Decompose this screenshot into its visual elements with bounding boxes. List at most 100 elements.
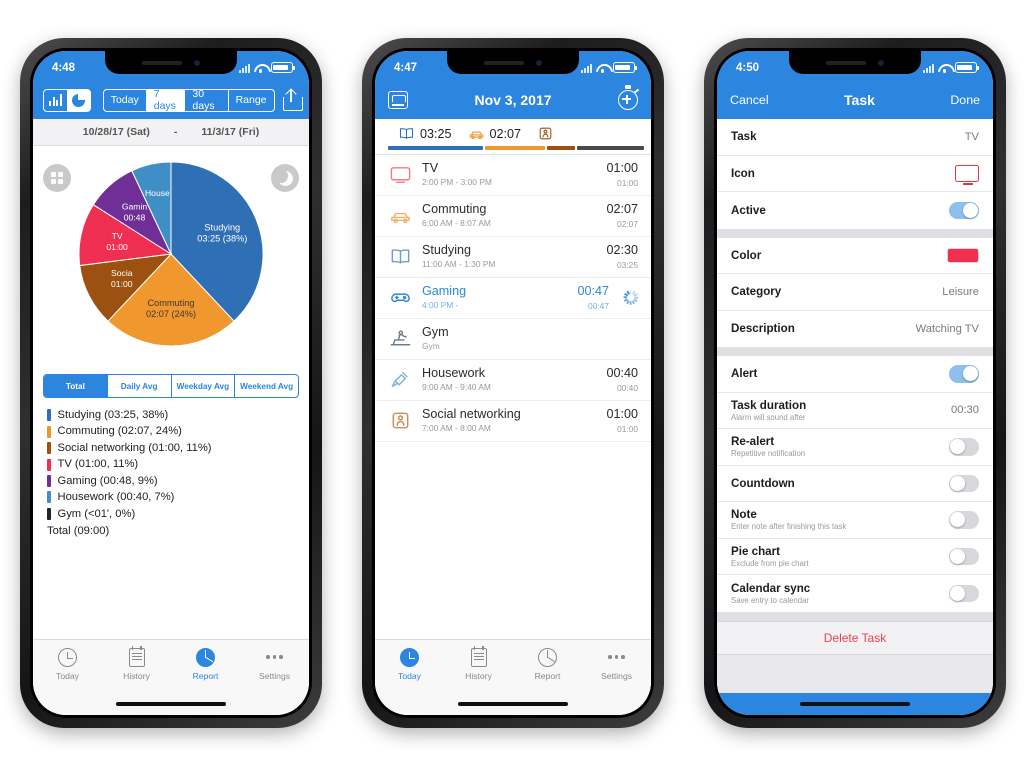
settings-row[interactable]: Note Enter note after finishing this task <box>717 502 993 539</box>
settings-row[interactable]: Alert <box>717 356 993 393</box>
range-today[interactable]: Today <box>104 89 147 111</box>
broom-icon <box>387 368 413 392</box>
task-durations: 02:30 03:25 <box>606 243 638 269</box>
phone-1-bezel: 4:48 Today 7 days 30 days Range 10/28/17… <box>30 48 312 718</box>
task-row[interactable]: Social networking 7:00 AM - 8:00 AM 01:00 0… <box>375 401 651 442</box>
today-nav-bar: Nov 3, 2017 <box>375 81 651 119</box>
chart-type-segmented-control[interactable] <box>43 88 91 112</box>
settings-row-label: Re-alert <box>731 435 775 449</box>
moon-icon[interactable] <box>271 164 299 192</box>
tab-history[interactable]: History <box>102 645 171 681</box>
wifi-icon <box>254 63 267 73</box>
tab-today[interactable]: Today <box>33 646 102 681</box>
avg-weekday[interactable]: Weekday Avg <box>172 375 236 397</box>
settings-row[interactable]: Icon <box>717 155 993 192</box>
task-row[interactable]: Gaming 4:00 PM - 00:47 00:47 <box>375 278 651 319</box>
settings-row-label: Task duration <box>731 398 807 412</box>
toggle-switch[interactable] <box>949 438 979 456</box>
inbox-icon[interactable] <box>388 91 408 109</box>
range-segmented-control[interactable]: Today 7 days 30 days Range <box>102 88 275 112</box>
toggle-switch[interactable] <box>949 201 979 219</box>
svg-text:03:25 (38%): 03:25 (38%) <box>197 234 247 244</box>
color-swatch[interactable] <box>947 247 979 263</box>
done-button[interactable]: Done <box>950 93 980 107</box>
range-7-days[interactable]: 7 days <box>146 89 186 111</box>
task-total: 03:25 <box>617 259 638 270</box>
toggle-switch[interactable] <box>949 365 979 383</box>
grid-icon[interactable] <box>43 164 71 192</box>
settings-row[interactable]: Countdown <box>717 465 993 502</box>
settings-row[interactable]: Calendar sync Save entry to calendar <box>717 575 993 612</box>
settings-row[interactable]: Task duration Alarm will sound after 00:30 <box>717 392 993 429</box>
tab-settings[interactable]: Settings <box>582 646 651 681</box>
pie-chart-icon[interactable] <box>66 89 90 111</box>
tab-history[interactable]: History <box>444 645 513 681</box>
range-30-days[interactable]: 30 days <box>185 89 229 111</box>
legend-label: Gym (<01', 0%) <box>57 507 136 520</box>
settings-row[interactable]: Pie chart Exclude from pie chart <box>717 538 993 575</box>
settings-row-label: Category <box>731 285 782 299</box>
avg-total[interactable]: Total <box>44 375 108 397</box>
task-time-range: 9:00 AM - 9:40 AM <box>422 382 491 393</box>
toggle-switch[interactable] <box>949 474 979 492</box>
date-range-end: 11/3/17 (Fri) <box>201 126 260 138</box>
summary-stacked-bar <box>388 146 644 150</box>
tab-report[interactable]: Report <box>513 646 582 681</box>
page-title: Task <box>844 92 875 108</box>
status-indicators <box>581 62 638 73</box>
average-segmented-control[interactable]: Total Daily Avg Weekday Avg Weekend Avg <box>43 374 299 398</box>
task-name: Social networking <box>422 406 521 421</box>
task-row[interactable]: Commuting 6:00 AM - 8:07 AM 02:07 02:07 <box>375 196 651 237</box>
car-icon <box>387 204 413 228</box>
bar-chart-icon[interactable] <box>44 90 67 111</box>
task-row[interactable]: Studying 11:00 AM - 1:30 PM 02:30 03:25 <box>375 237 651 278</box>
tab-label-today: Today <box>56 671 79 681</box>
svg-text:House: House <box>145 188 170 198</box>
settings-row[interactable]: Task TV <box>717 119 993 156</box>
avg-daily[interactable]: Daily Avg <box>108 375 172 397</box>
task-row[interactable]: Housework 9:00 AM - 9:40 AM 00:40 00:40 <box>375 360 651 401</box>
legend-item: Gym (<01', 0%) <box>47 506 295 522</box>
settings-row[interactable]: Color <box>717 237 993 274</box>
legend-item: Gaming (00:48, 9%) <box>47 473 295 489</box>
summary-value: 03:25 <box>420 126 452 141</box>
settings-row-labels: Countdown <box>731 477 795 490</box>
task-row[interactable]: TV 2:00 PM - 3:00 PM 01:00 01:00 <box>375 155 651 196</box>
legend-swatch <box>47 409 51 422</box>
summary-item: 03:25 <box>398 125 452 142</box>
pie-chart-area: Studying 03:25 (38%) Commuting 02:07 (24%) S… <box>33 146 309 368</box>
settings-row-labels: Note Enter note after finishing this task <box>731 508 846 531</box>
task-total: 00:47 <box>588 300 609 311</box>
delete-task-button[interactable]: Delete Task <box>717 620 993 655</box>
summary-bar-segment <box>576 146 644 150</box>
gamepad-icon <box>387 286 413 310</box>
avg-weekend[interactable]: Weekend Avg <box>235 375 298 397</box>
settings-row-value: Leisure <box>942 285 979 298</box>
task-total: 01:00 <box>617 177 638 188</box>
toggle-switch[interactable] <box>949 511 979 529</box>
task-name: Gaming <box>422 283 467 298</box>
page-title: Nov 3, 2017 <box>474 92 552 108</box>
cancel-button[interactable]: Cancel <box>730 93 769 107</box>
tab-report[interactable]: Report <box>171 646 240 681</box>
toggle-switch[interactable] <box>949 584 979 602</box>
tab-settings[interactable]: Settings <box>240 646 309 681</box>
settings-row-label: Calendar sync <box>731 581 811 595</box>
date-range-bar: 10/28/17 (Sat) - 11/3/17 (Fri) <box>33 119 309 146</box>
settings-row-labels: Task <box>731 130 757 143</box>
settings-row[interactable]: Category Leisure <box>717 274 993 311</box>
task-duration: 00:47 <box>577 284 609 299</box>
task-row[interactable]: Gym Gym <box>375 319 651 360</box>
toggle-switch[interactable] <box>949 547 979 565</box>
settings-row-labels: Re-alert Repetitive notification <box>731 435 805 458</box>
car-icon <box>468 125 485 142</box>
settings-row[interactable]: Description Watching TV <box>717 310 993 347</box>
share-icon[interactable] <box>282 88 304 111</box>
settings-row[interactable]: Active <box>717 192 993 229</box>
tv-icon[interactable] <box>955 164 979 185</box>
settings-row[interactable]: Re-alert Repetitive notification <box>717 429 993 466</box>
range-custom[interactable]: Range <box>229 90 274 111</box>
add-timer-icon[interactable] <box>618 85 639 110</box>
social-icon <box>387 409 413 433</box>
tab-today[interactable]: Today <box>375 646 444 681</box>
